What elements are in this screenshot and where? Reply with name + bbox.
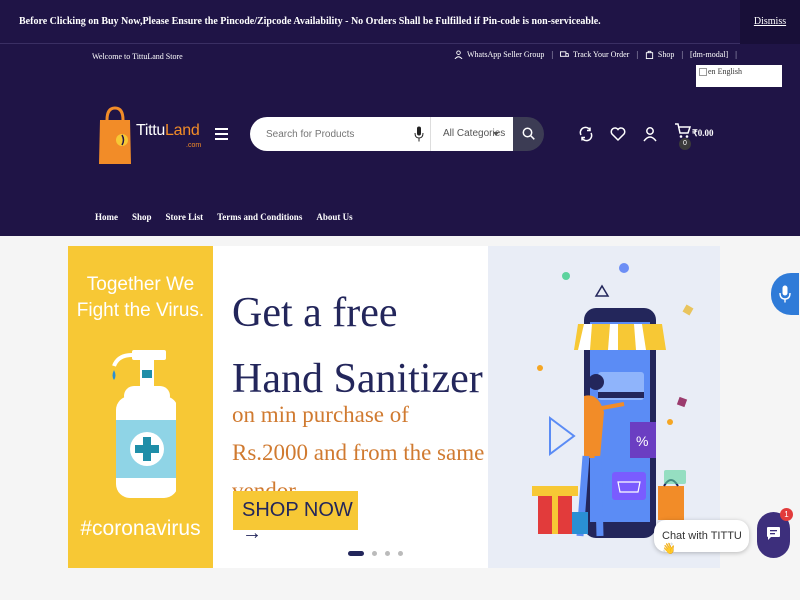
- hand-sanitizer-bottle-icon: [112, 350, 176, 498]
- divider: |: [636, 50, 638, 59]
- nav-shop[interactable]: Shop: [132, 212, 152, 222]
- divider: |: [681, 50, 683, 59]
- chat-unread-badge: 1: [780, 508, 793, 521]
- search-input[interactable]: [266, 126, 406, 142]
- slider-pagination: [348, 551, 403, 556]
- logo-word-tittu: Tittu: [136, 122, 166, 139]
- microphone-icon[interactable]: [414, 126, 424, 142]
- slide-dot-3[interactable]: [385, 551, 390, 556]
- microphone-icon: [779, 285, 791, 303]
- shop-now-button[interactable]: SHOP NOW →: [233, 491, 358, 544]
- chat-icon: [767, 527, 780, 540]
- account-user-icon[interactable]: [642, 126, 658, 142]
- shop-label: Shop: [657, 50, 675, 59]
- notice-bar: Before Clicking on Buy Now,Please Ensure…: [0, 0, 800, 44]
- menu-hamburger-icon[interactable]: [215, 128, 228, 140]
- main-navigation: Home Shop Store List Terms and Condition…: [95, 212, 353, 222]
- dm-modal-link[interactable]: [dm-modal]: [690, 50, 728, 59]
- hero-banner: Together We Fight the Virus. #coronaviru…: [68, 246, 720, 568]
- truck-icon: [559, 51, 569, 57]
- search-bar: All Categories: [250, 117, 544, 151]
- whatsapp-group-link[interactable]: WhatsApp Seller Group: [454, 50, 544, 59]
- banner-text-panel: Get a free Hand Sanitizer on min purchas…: [213, 246, 488, 568]
- search-box: [250, 117, 430, 151]
- divider: |: [551, 50, 553, 59]
- compare-icon[interactable]: [578, 126, 594, 142]
- shop-now-label: SHOP NOW: [242, 499, 353, 521]
- shopping-bag-logo-icon: [99, 106, 131, 164]
- site-logo[interactable]: TittuLand .com: [98, 100, 208, 166]
- arrow-right-icon: →: [242, 522, 262, 544]
- banner-headline: Get a free Hand Sanitizer: [232, 290, 483, 402]
- shopping-bag-icon: [645, 50, 654, 59]
- cart-count-badge: 0: [679, 138, 691, 150]
- whatsapp-group-label: WhatsApp Seller Group: [467, 50, 545, 59]
- banner-left-panel: Together We Fight the Virus. #coronaviru…: [68, 246, 213, 568]
- top-links: WhatsApp Seller Group | Track Your Order…: [454, 50, 744, 59]
- chat-prompt-label: Chat with TITTU: [662, 530, 742, 542]
- wishlist-heart-icon[interactable]: [610, 126, 626, 142]
- nav-home[interactable]: Home: [95, 212, 118, 222]
- user-icon: [454, 50, 463, 59]
- dm-modal-label: [dm-modal]: [689, 50, 729, 59]
- flag-icon: [699, 68, 707, 77]
- dismiss-button[interactable]: Dismiss: [740, 0, 800, 44]
- site-header: Welcome to TittuLand Store WhatsApp Sell…: [0, 44, 800, 236]
- welcome-text: Welcome to TittuLand Store: [92, 52, 183, 61]
- slide-dot-2[interactable]: [372, 551, 377, 556]
- cart-total: ₹0.00: [692, 128, 714, 138]
- track-order-label: Track Your Order: [572, 50, 630, 59]
- flag-alt-text: en: [708, 67, 716, 76]
- nav-about-us[interactable]: About Us: [316, 212, 352, 222]
- banner-hashtag: #coronavirus: [80, 517, 201, 540]
- chat-prompt-bubble[interactable]: Chat with TITTU 👋: [654, 520, 749, 555]
- shop-link[interactable]: Shop: [645, 50, 674, 59]
- logo-suffix: .com: [186, 142, 202, 149]
- chat-launcher-button[interactable]: 1: [757, 508, 793, 558]
- divider: |: [735, 50, 737, 59]
- waving-hand-icon: 👋: [662, 543, 676, 555]
- logo-wordmark: TittuLand: [136, 122, 200, 140]
- svg-text:%: %: [636, 433, 648, 449]
- logo-word-land: Land: [165, 122, 200, 139]
- language-selector[interactable]: en English: [696, 65, 782, 87]
- search-icon: [522, 127, 535, 140]
- track-order-link[interactable]: Track Your Order: [559, 50, 630, 59]
- voice-search-button[interactable]: [771, 273, 799, 315]
- language-label: English: [717, 67, 743, 76]
- cart-button[interactable]: ₹0.00 0: [674, 122, 718, 162]
- slide-dot-1[interactable]: [348, 551, 364, 556]
- nav-store-list[interactable]: Store List: [166, 212, 204, 222]
- nav-terms[interactable]: Terms and Conditions: [217, 212, 302, 222]
- category-select[interactable]: All Categories: [430, 117, 513, 151]
- search-button[interactable]: [513, 117, 544, 151]
- chevron-down-icon: [493, 132, 499, 136]
- notice-message: Before Clicking on Buy Now,Please Ensure…: [19, 16, 601, 27]
- banner-left-title: Together We Fight the Virus.: [76, 274, 205, 321]
- slide-dot-4[interactable]: [398, 551, 403, 556]
